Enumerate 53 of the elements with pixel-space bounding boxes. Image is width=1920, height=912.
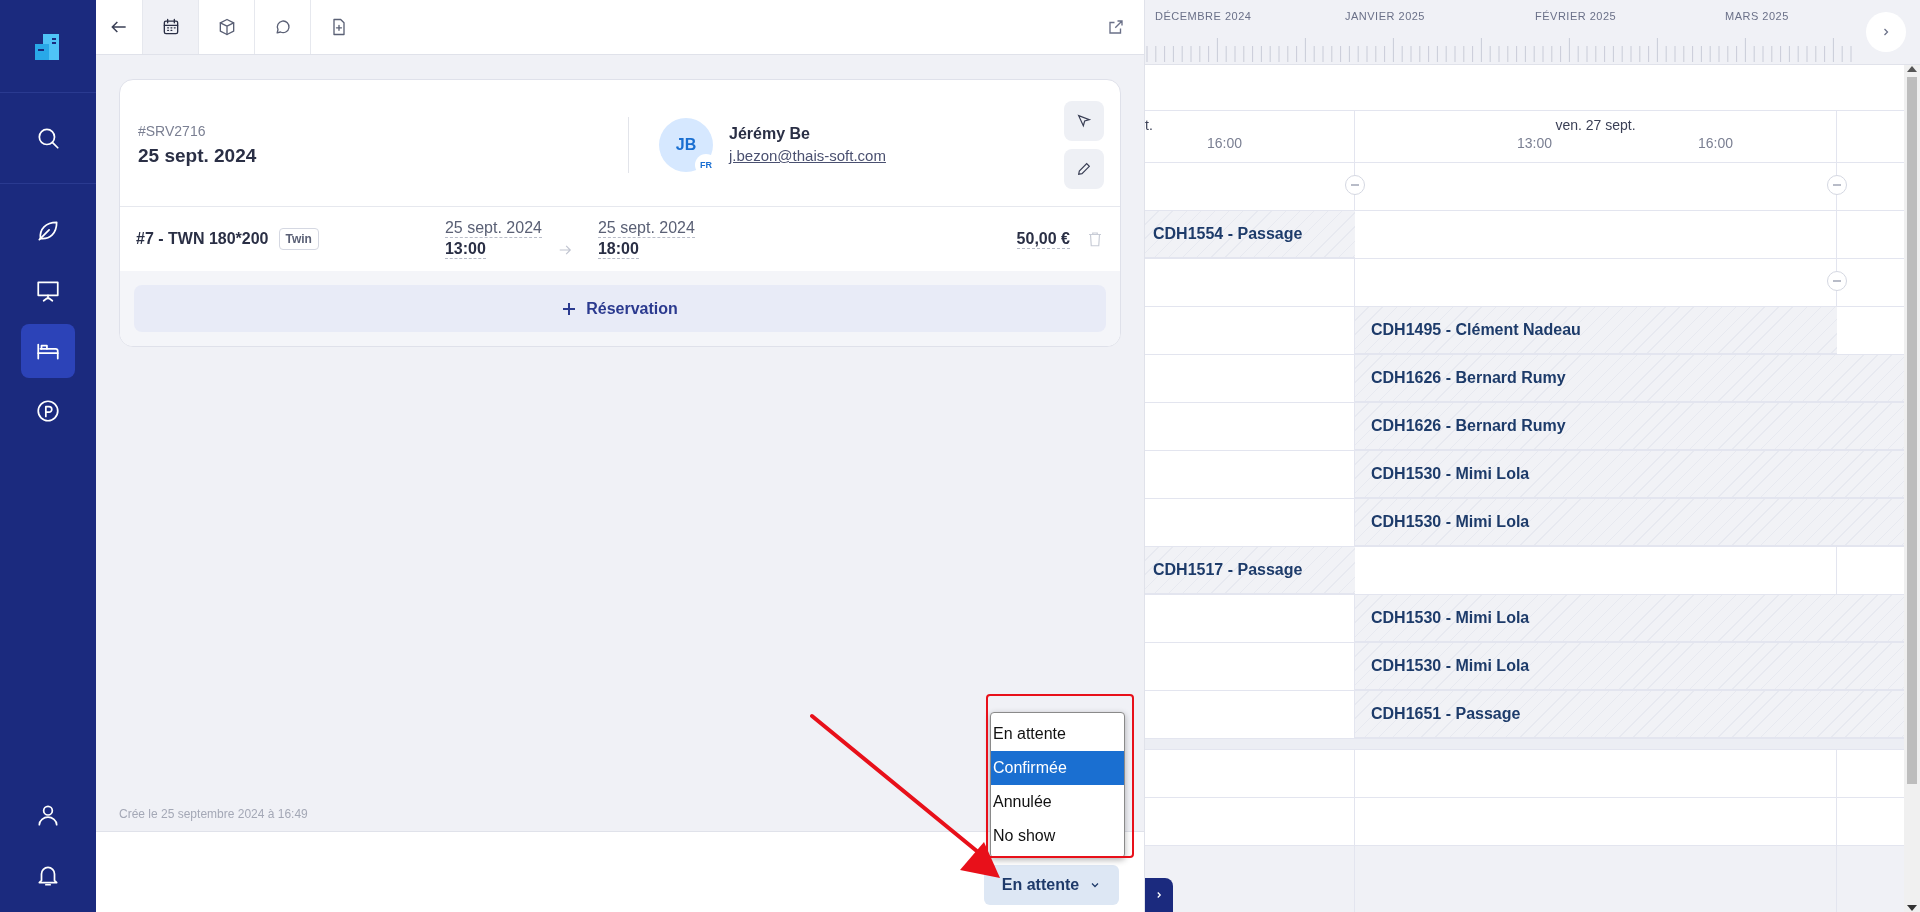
expand-panel-button[interactable] [1145, 878, 1173, 912]
booking-bar[interactable]: CDH1626 - Bernard Rumy [1355, 403, 1904, 450]
status-option[interactable]: Confirmée [991, 751, 1124, 785]
created-note: Crée le 25 septembre 2024 à 16:49 [119, 807, 309, 823]
scrollbar-thumb[interactable] [1907, 77, 1917, 784]
customer-email-link[interactable]: j.bezon@thais-soft.com [729, 147, 886, 164]
room-name: #7 - TWN 180*200 [136, 230, 269, 248]
external-link-icon [1107, 18, 1125, 36]
end-time[interactable]: 18:00 [597, 240, 639, 259]
hour-label: 16:00 [1207, 135, 1243, 151]
booking-bar[interactable]: CDH1517 - Passage [1145, 547, 1355, 594]
hour-label: 16:00 [1698, 135, 1734, 151]
booking-bar[interactable]: CDH1530 - Mimi Lola [1355, 643, 1904, 690]
scroll-down-icon[interactable] [1907, 904, 1917, 912]
pencil-icon [1076, 161, 1092, 177]
calendar-tab[interactable] [142, 0, 198, 54]
month-label: FÉVRIER 2025 [1535, 10, 1618, 22]
edit-button[interactable] [1064, 149, 1104, 189]
presentation-board-icon [35, 278, 61, 304]
locate-button[interactable] [1064, 101, 1104, 141]
bed-nav-item[interactable] [21, 324, 75, 378]
customer-avatar: JB FR [659, 118, 713, 172]
month-label: JANVIER 2025 [1345, 10, 1426, 22]
add-reservation-button[interactable]: Réservation [134, 285, 1106, 332]
plus-icon [562, 301, 577, 316]
cursor-icon [1076, 113, 1092, 129]
booking-date: 25 sept. 2024 [138, 145, 258, 167]
month-label: DÉCEMBRE 2024 [1155, 10, 1253, 22]
customer-name: Jérémy Be [729, 125, 811, 143]
day-label: ven. 27 sept. [1554, 117, 1637, 133]
start-time[interactable]: 13:00 [444, 240, 486, 259]
booking-reference: #SRV2716 [138, 123, 207, 139]
parking-icon [35, 398, 61, 424]
booking-bar[interactable]: CDH1626 - Bernard Rumy [1355, 355, 1904, 402]
end-date[interactable]: 25 sept. 2024 [597, 219, 695, 238]
status-select[interactable]: En attente [984, 865, 1119, 905]
booking-bar[interactable]: CDH1554 - Passage [1145, 211, 1355, 258]
booking-bar[interactable]: CDH1651 - Passage [1355, 691, 1904, 738]
hour-label: 13:00 [1517, 135, 1553, 151]
booking-bar[interactable]: CDH1530 - Mimi Lola [1355, 499, 1904, 546]
leaf-icon [35, 218, 61, 244]
booking-bar[interactable]: CDH1530 - Mimi Lola [1355, 451, 1904, 498]
right-arrow-icon [557, 243, 572, 257]
booking-bar[interactable]: CDH1495 - Clément Nadeau [1355, 307, 1837, 354]
start-date[interactable]: 25 sept. 2024 [444, 219, 542, 238]
status-option[interactable]: Annulée [991, 785, 1124, 819]
status-option[interactable]: En attente [991, 717, 1124, 751]
day-label: t. [1145, 117, 1153, 133]
booking-bar[interactable]: CDH1530 - Mimi Lola [1355, 595, 1904, 642]
room-type-tag: Twin [278, 228, 319, 250]
month-label: MARS 2025 [1725, 10, 1790, 22]
status-option[interactable]: No show [991, 819, 1124, 853]
price[interactable]: 50,00 € [1016, 229, 1070, 249]
